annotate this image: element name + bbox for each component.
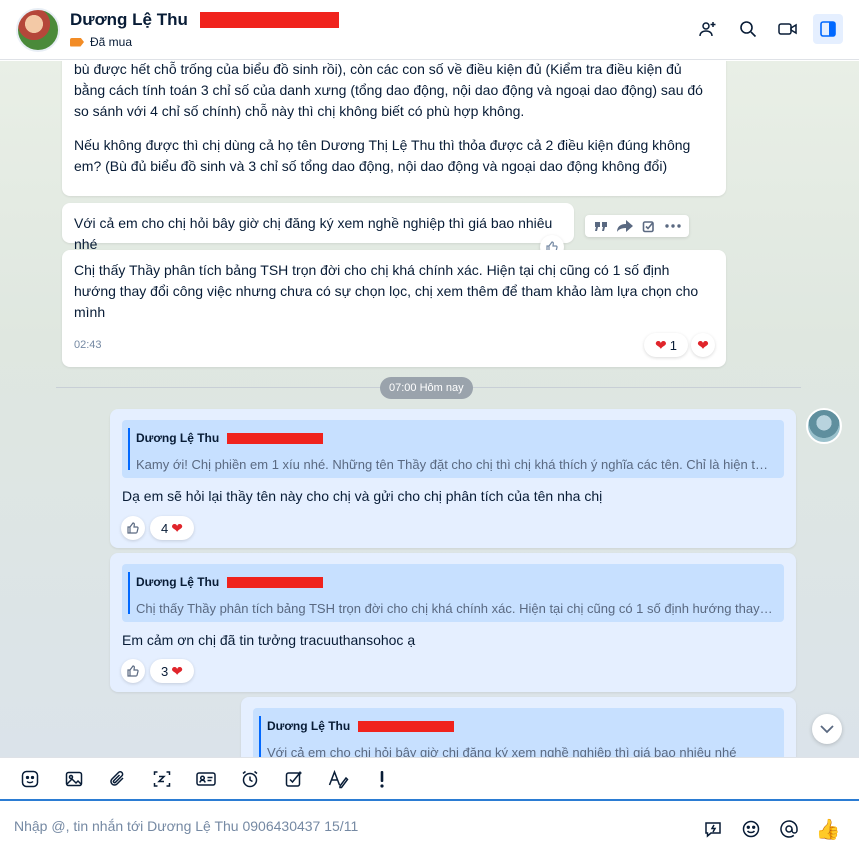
- redaction-bar: [199, 12, 339, 28]
- sidebar-toggle-icon: [820, 21, 836, 37]
- redaction-bar: [358, 721, 455, 732]
- thumbs-up-icon: [127, 665, 139, 677]
- avatar[interactable]: [16, 7, 60, 52]
- like-button[interactable]: [121, 659, 145, 683]
- todo-icon[interactable]: [642, 219, 656, 233]
- video-call-button[interactable]: [773, 14, 803, 44]
- contact-tag[interactable]: Đã mua: [70, 35, 339, 49]
- date-divider: 07:00 Hôm nay: [380, 377, 473, 399]
- message-text: Em cảm ơn chị đã tin tưởng tracuuthansoh…: [122, 632, 416, 648]
- search-icon: [740, 21, 757, 38]
- sticker-icon: [21, 770, 39, 787]
- reaction-summary[interactable]: ❤ 1: [644, 333, 688, 357]
- contact-card-button[interactable]: [190, 763, 222, 795]
- tag-icon: [70, 37, 84, 47]
- message-outgoing[interactable]: Dương Lệ Thu Kamy ới! Chị phiền em 1 xíu…: [110, 409, 796, 548]
- quote-author: Dương Lệ Thu: [267, 719, 351, 733]
- reaction-summary[interactable]: 4 ❤: [150, 516, 194, 540]
- chat-header: Dương Lệ Thu Đã mua: [0, 0, 859, 60]
- scroll-to-bottom-button[interactable]: [812, 714, 842, 744]
- quote-author: Dương Lệ Thu: [136, 431, 220, 445]
- reminder-icon: [242, 770, 258, 787]
- quote-author: Dương Lệ Thu: [136, 575, 220, 589]
- quoted-message[interactable]: Dương Lệ Thu Kamy ới! Chị phiền em 1 xíu…: [122, 420, 784, 478]
- sender-avatar[interactable]: [806, 408, 842, 444]
- message-text: Chị thấy Thầy phân tích bảng TSH trọn đờ…: [74, 262, 699, 320]
- contact-info: Dương Lệ Thu Đã mua: [70, 10, 339, 49]
- redaction-bar: [227, 433, 324, 444]
- todo-button[interactable]: [278, 763, 310, 795]
- quote-text: Chị thấy Thầy phân tích bảng TSH trọn đờ…: [136, 601, 774, 616]
- message-hover-toolbar: [585, 215, 689, 237]
- attachment-icon: [110, 770, 124, 786]
- heart-icon: ❤: [171, 662, 183, 679]
- sticker-button[interactable]: [14, 763, 46, 795]
- quote-text: Với cả em cho chị hỏi bây giờ chị đăng k…: [267, 745, 737, 757]
- video-call-icon: [778, 23, 797, 35]
- message-text: bù được hết chỗ trống của biểu đồ sinh r…: [74, 61, 703, 119]
- message-input[interactable]: [14, 817, 654, 834]
- more-icon[interactable]: [664, 224, 681, 228]
- contact-name[interactable]: Dương Lệ Thu: [70, 10, 188, 30]
- image-button[interactable]: [58, 763, 90, 795]
- heart-react-button[interactable]: ❤: [691, 333, 715, 357]
- forward-icon[interactable]: [616, 220, 633, 232]
- quoted-message[interactable]: Dương Lệ Thu Với cả em cho chị hỏi bây g…: [253, 708, 784, 757]
- like-button[interactable]: [121, 516, 145, 540]
- add-member-icon: [699, 22, 716, 37]
- urgent-icon: [380, 770, 384, 788]
- image-icon: [65, 771, 83, 786]
- message-incoming[interactable]: Với cả em cho chị hỏi bây giờ chị đăng k…: [62, 203, 574, 252]
- mention-button[interactable]: [777, 813, 801, 845]
- heart-icon: ❤: [171, 519, 183, 536]
- format-text-button[interactable]: [322, 763, 354, 795]
- reaction-summary[interactable]: 3 ❤: [150, 659, 194, 683]
- message-incoming[interactable]: Chị thấy Thầy phân tích bảng TSH trọn đờ…: [62, 250, 726, 367]
- reaction-count: 4: [161, 520, 169, 536]
- composer: 👍: [0, 799, 859, 850]
- message-text: Dạ em sẽ hỏi lại thầy tên này cho chị và…: [122, 488, 603, 504]
- emoji-icon: [742, 820, 760, 838]
- message-outgoing[interactable]: Dương Lệ Thu Với cả em cho chị hỏi bây g…: [241, 697, 796, 757]
- add-member-button[interactable]: [693, 14, 723, 44]
- search-button[interactable]: [733, 14, 763, 44]
- urgent-button[interactable]: [366, 763, 398, 795]
- screenshot-button[interactable]: [146, 763, 178, 795]
- quote-reply-icon[interactable]: [594, 220, 608, 232]
- todo-icon: [285, 771, 302, 787]
- message-incoming[interactable]: bù được hết chỗ trống của biểu đồ sinh r…: [62, 61, 726, 196]
- quick-message-button[interactable]: [701, 813, 725, 845]
- contact-card-icon: [196, 771, 216, 786]
- redaction-bar: [227, 577, 324, 588]
- mention-icon: [780, 820, 798, 838]
- tag-label: Đã mua: [90, 35, 133, 49]
- attachment-button[interactable]: [102, 763, 134, 795]
- message-text: Với cả em cho chị hỏi bây giờ chị đăng k…: [74, 215, 553, 252]
- heart-icon: ❤: [697, 336, 709, 353]
- reaction-count: 3: [161, 663, 169, 679]
- thumbs-up-icon: [127, 522, 139, 534]
- format-text-icon: [328, 769, 349, 788]
- message-text: Nếu không được thì chị dùng cả họ tên Dư…: [74, 137, 691, 174]
- emoji-button[interactable]: [739, 813, 763, 845]
- message-list[interactable]: bù được hết chỗ trống của biểu đồ sinh r…: [0, 61, 859, 757]
- message-outgoing[interactable]: Dương Lệ Thu Chị thấy Thầy phân tích bản…: [110, 553, 796, 692]
- sidebar-toggle-button[interactable]: [813, 14, 843, 44]
- quoted-message[interactable]: Dương Lệ Thu Chị thấy Thầy phân tích bản…: [122, 564, 784, 622]
- quick-message-icon: [705, 822, 721, 838]
- quote-text: Kamy ới! Chị phiền em 1 xíu nhé. Những t…: [136, 457, 774, 472]
- message-time: 02:43: [74, 339, 102, 351]
- heart-icon: ❤: [655, 336, 667, 353]
- reaction-count: 1: [669, 337, 677, 353]
- quick-reaction-button[interactable]: 👍: [815, 813, 841, 845]
- chevron-down-icon: [820, 724, 834, 733]
- reminder-button[interactable]: [234, 763, 266, 795]
- screenshot-icon: [153, 770, 171, 787]
- composer-toolbar: [0, 757, 859, 799]
